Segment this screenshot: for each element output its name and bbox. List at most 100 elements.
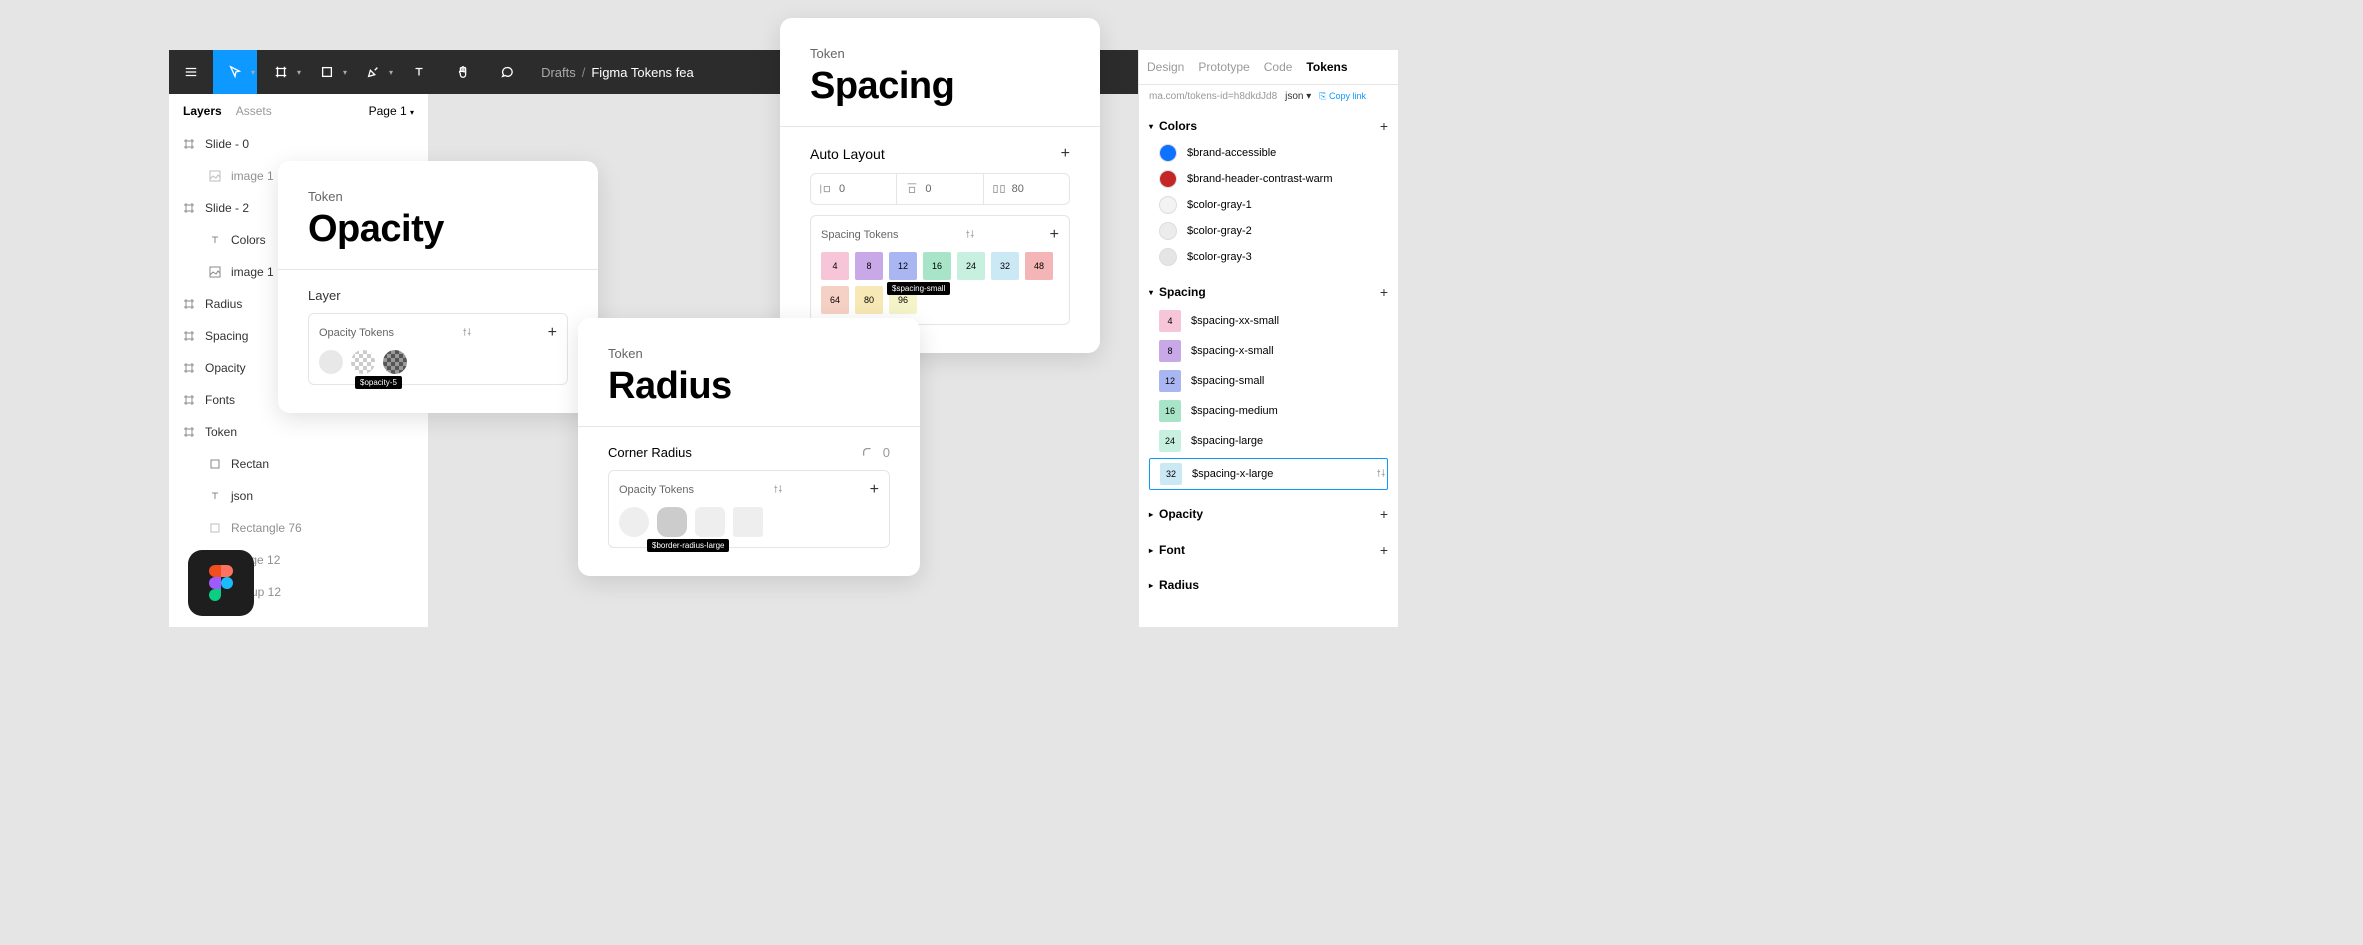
layer-label: json — [231, 489, 253, 503]
sliders-icon[interactable] — [964, 228, 976, 243]
add-spacing-token-button[interactable]: + — [1050, 226, 1059, 244]
tab-prototype[interactable]: Prototype — [1198, 60, 1249, 74]
tab-assets[interactable]: Assets — [236, 104, 272, 118]
opacity-tokens-label: Opacity Tokens — [319, 327, 394, 339]
image-icon — [209, 170, 221, 182]
padding-h-input[interactable]: 0 — [811, 174, 897, 204]
gap-input[interactable]: 80 — [984, 174, 1069, 204]
spacing-tokens-label: Spacing Tokens — [821, 229, 898, 241]
color-token-row[interactable]: $brand-header-contrast-warm — [1149, 166, 1388, 192]
layer-item[interactable]: json — [169, 480, 428, 512]
spacing-token-name: $spacing-x-small — [1191, 345, 1274, 357]
radius-title: Radius — [608, 365, 890, 408]
layer-item[interactable]: Token — [169, 416, 428, 448]
spacing-token-row[interactable]: 24$spacing-large — [1149, 426, 1388, 456]
layer-item[interactable]: Rectan — [169, 448, 428, 480]
opacity-group: ▸Opacity+ — [1139, 496, 1398, 532]
spacing-chip[interactable]: 80 — [855, 286, 883, 314]
spacing-tokens-box: Spacing Tokens + 481216243248648096$spac… — [810, 215, 1070, 325]
opacity-swatch[interactable] — [351, 350, 375, 374]
color-token-name: $color-gray-1 — [1187, 199, 1252, 211]
layer-label: image 1 — [231, 169, 274, 183]
text-tool[interactable] — [397, 50, 441, 94]
color-token-row[interactable]: $color-gray-3 — [1149, 244, 1388, 270]
padding-v-input[interactable]: 0 — [897, 174, 983, 204]
radius-swatch[interactable] — [619, 507, 649, 537]
spacing-chip[interactable]: 16 — [923, 252, 951, 280]
opacity-swatch[interactable] — [383, 350, 407, 374]
add-radius-token-button[interactable]: + — [870, 481, 879, 499]
spacing-group-header[interactable]: ▾Spacing+ — [1149, 278, 1388, 306]
spacing-token-row[interactable]: 16$spacing-medium — [1149, 396, 1388, 426]
spacing-token-row[interactable]: 4$spacing-xx-small — [1149, 306, 1388, 336]
spacing-token-name: $spacing-small — [1191, 375, 1264, 387]
add-opacity-button[interactable]: + — [1380, 506, 1388, 522]
layer-label: Opacity — [205, 361, 246, 375]
chevron-down-icon[interactable]: ▾ — [297, 68, 301, 77]
copy-link-button[interactable]: ⎘ Copy link — [1319, 91, 1366, 102]
spacing-chip[interactable]: 64 — [821, 286, 849, 314]
rect-icon — [209, 458, 221, 470]
chevron-down-icon[interactable]: ▾ — [251, 68, 255, 77]
spacing-chip[interactable]: 8 — [855, 252, 883, 280]
opacity-group-header[interactable]: ▸Opacity+ — [1149, 500, 1388, 528]
color-token-name: $brand-header-contrast-warm — [1187, 173, 1333, 185]
spacing-swatch: 32 — [1160, 463, 1182, 485]
token-label: Token — [608, 346, 890, 361]
comment-tool[interactable] — [485, 50, 529, 94]
json-dropdown[interactable]: json ▾ — [1285, 91, 1311, 102]
radius-group-header[interactable]: ▸Radius — [1149, 572, 1388, 598]
layer-label: image 1 — [231, 265, 274, 279]
add-opacity-token-button[interactable]: + — [548, 324, 557, 342]
frame-icon — [183, 202, 195, 214]
tab-design[interactable]: Design — [1147, 60, 1184, 74]
tab-code[interactable]: Code — [1264, 60, 1293, 74]
corner-radius-input[interactable]: 0 — [861, 445, 890, 460]
add-spacing-button[interactable]: + — [1380, 284, 1388, 300]
layer-label: Slide - 2 — [205, 201, 249, 215]
layer-item[interactable]: Slide - 0 — [169, 128, 428, 160]
spacing-chip[interactable]: 32 — [991, 252, 1019, 280]
spacing-chip[interactable]: 24 — [957, 252, 985, 280]
spacing-chip[interactable]: 12 — [889, 252, 917, 280]
sliders-icon[interactable] — [772, 483, 784, 498]
text-icon — [209, 490, 221, 502]
chevron-down-icon[interactable]: ▾ — [343, 68, 347, 77]
opacity-swatch[interactable] — [319, 350, 343, 374]
add-auto-layout-button[interactable]: + — [1061, 145, 1070, 163]
color-swatch — [1159, 144, 1177, 162]
spacing-chip[interactable]: 4 — [821, 252, 849, 280]
add-color-button[interactable]: + — [1380, 118, 1388, 134]
radius-tokens-box: Opacity Tokens + $border-radius-large — [608, 470, 890, 548]
spacing-tooltip: $spacing-small — [887, 282, 950, 295]
menu-button[interactable] — [169, 50, 213, 94]
radius-swatch[interactable] — [657, 507, 687, 537]
color-token-name: $color-gray-2 — [1187, 225, 1252, 237]
spacing-token-row[interactable]: 32$spacing-x-large — [1149, 458, 1388, 490]
spacing-token-row[interactable]: 12$spacing-small — [1149, 366, 1388, 396]
color-token-row[interactable]: $brand-accessible — [1149, 140, 1388, 166]
color-token-row[interactable]: $color-gray-1 — [1149, 192, 1388, 218]
chevron-down-icon[interactable]: ▾ — [389, 68, 393, 77]
spacing-token-name: $spacing-large — [1191, 435, 1263, 447]
hand-tool[interactable] — [441, 50, 485, 94]
breadcrumb-drafts[interactable]: Drafts — [541, 65, 576, 80]
radius-swatch[interactable] — [733, 507, 763, 537]
tab-tokens[interactable]: Tokens — [1306, 60, 1347, 74]
sliders-icon[interactable] — [461, 326, 473, 341]
add-font-button[interactable]: + — [1380, 542, 1388, 558]
font-group-header[interactable]: ▸Font+ — [1149, 536, 1388, 564]
tab-layers[interactable]: Layers — [183, 104, 222, 118]
sliders-icon[interactable] — [1375, 467, 1387, 482]
color-token-row[interactable]: $color-gray-2 — [1149, 218, 1388, 244]
colors-group-header[interactable]: ▾Colors+ — [1149, 112, 1388, 140]
breadcrumb-filename[interactable]: Figma Tokens fea — [591, 65, 693, 80]
spacing-token-row[interactable]: 8$spacing-x-small — [1149, 336, 1388, 366]
page-selector[interactable]: Page 1 ▾ — [369, 104, 414, 118]
layer-label: Slide - 0 — [205, 137, 249, 151]
radius-swatch[interactable] — [695, 507, 725, 537]
layer-item[interactable]: Rectangle 76 — [169, 512, 428, 544]
spacing-title: Spacing — [810, 65, 1070, 108]
spacing-chip[interactable]: 48 — [1025, 252, 1053, 280]
radius-popover: Token Radius Corner Radius 0 Opacity Tok… — [578, 318, 920, 576]
